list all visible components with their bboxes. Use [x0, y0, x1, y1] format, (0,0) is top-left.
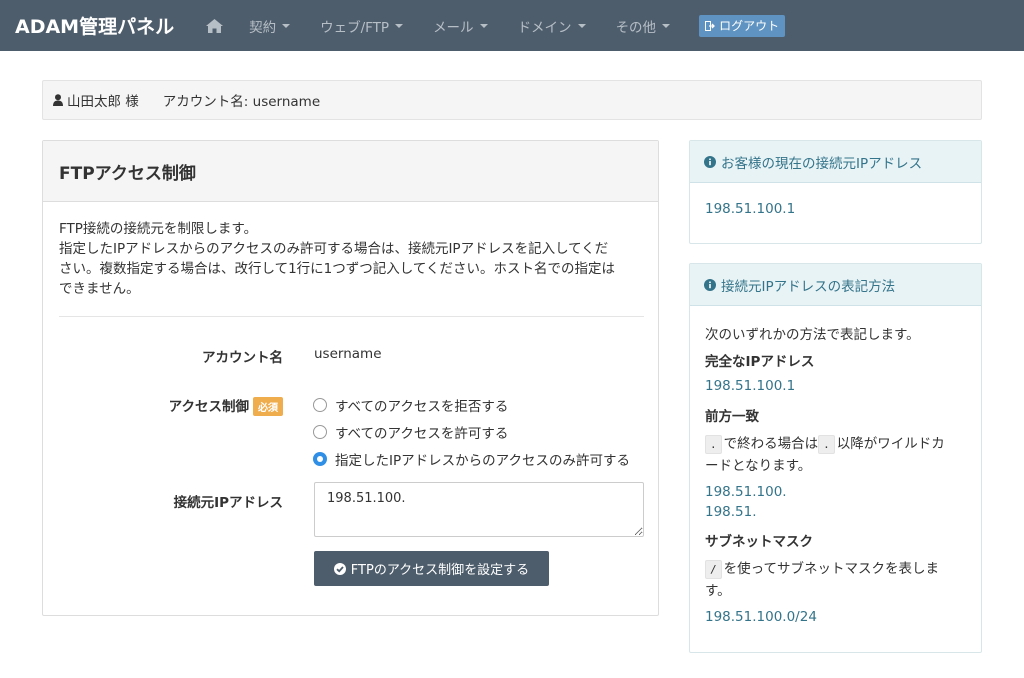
radio-label[interactable]: 指定したIPアドレスからのアクセスのみ許可する [335, 449, 630, 469]
full-ip-example: 198.51.100.1 [705, 378, 796, 394]
required-badge: 必須 [253, 396, 283, 416]
nav-contract[interactable]: 契約 [234, 0, 305, 51]
prefix-text: で終わる場合は [723, 436, 819, 452]
account-name-label: アカウント名 [202, 350, 283, 366]
nav-web-ftp[interactable]: ウェブ/FTP [305, 0, 418, 51]
logout-label: ログアウト [719, 19, 780, 33]
access-control-label-text: アクセス制御 [168, 399, 249, 415]
top-navbar: ADAM管理パネル 契約 ウェブ/FTP メール ドメイン その他 ログアウト [0, 0, 1024, 51]
caret-down-icon [282, 23, 291, 28]
nav-other-label: その他 [615, 19, 657, 36]
user-name: 山田太郎 様 [67, 94, 139, 110]
panel-title: FTPアクセス制御 [43, 141, 658, 202]
submit-label: FTPのアクセス制御を設定する [350, 563, 530, 578]
description-line: 指定したIPアドレスからのアクセスのみ許可する場合は、接続元IPアドレスを記入し… [59, 241, 609, 257]
nav-other[interactable]: その他 [601, 0, 686, 51]
subnet-description-line: / を使ってサブネットマスクを表しま [705, 557, 939, 579]
radio-deny-all[interactable]: すべてのアクセスを拒否する [313, 395, 508, 415]
ftp-access-control-panel: FTPアクセス制御 FTP接続の接続元を制限します。 指定したIPアドレスからの… [42, 140, 659, 616]
user-icon [53, 94, 63, 106]
home-link[interactable] [194, 0, 234, 51]
radio-button[interactable] [313, 398, 327, 412]
caret-down-icon [577, 23, 586, 28]
ip-format-heading: 接続元IPアドレスの表記方法 [690, 264, 981, 306]
radio-label[interactable]: すべてのアクセスを許可する [335, 422, 508, 442]
ip-address-label: 接続元IPアドレス [173, 495, 283, 511]
radio-label[interactable]: すべてのアクセスを拒否する [335, 395, 508, 415]
account-name-display: アカウント名: username [162, 94, 321, 110]
radio-button-checked[interactable] [313, 452, 327, 466]
slash-code: / [705, 560, 722, 579]
prefix-example-1: 198.51.100. [705, 484, 787, 500]
info-circle-icon [704, 155, 716, 168]
panel-description: FTP接続の接続元を制限します。 指定したIPアドレスからのアクセスのみ許可する… [59, 219, 649, 299]
dot-code: . [705, 435, 722, 454]
nav-domain[interactable]: ドメイン [503, 0, 601, 51]
subnet-text: を使ってサブネットマスクを表しま [723, 561, 939, 577]
caret-down-icon [662, 23, 671, 28]
current-ip-value: 198.51.100.1 [705, 201, 796, 217]
dot-code: . [818, 435, 835, 454]
subnet-heading: サブネットマスク [705, 534, 813, 550]
ip-address-textarea[interactable]: 198.51.100. [314, 482, 644, 537]
description-line: FTP接続の接続元を制限します。 [59, 221, 258, 237]
set-ftp-access-button[interactable]: FTPのアクセス制御を設定する [314, 551, 549, 586]
radio-allow-specified[interactable]: 指定したIPアドレスからのアクセスのみ許可する [313, 449, 630, 469]
prefix-description-cont: ードとなります。 [705, 458, 812, 474]
account-name-value: username [314, 346, 382, 362]
current-ip-title: お客様の現在の接続元IPアドレス [721, 155, 923, 172]
ip-format-panel: 接続元IPアドレスの表記方法 次のいずれかの方法で表記します。 完全なIPアドレ… [689, 263, 982, 653]
caret-down-icon [395, 23, 404, 28]
subnet-example: 198.51.100.0/24 [705, 609, 817, 625]
info-circle-icon [704, 278, 716, 291]
prefix-heading: 前方一致 [705, 409, 759, 425]
check-circle-icon [333, 562, 346, 575]
subnet-description-cont: す。 [705, 583, 731, 599]
current-ip-panel: お客様の現在の接続元IPアドレス 198.51.100.1 [689, 140, 982, 244]
access-control-label: アクセス制御 必須 [43, 395, 283, 417]
nav-mail[interactable]: メール [418, 0, 503, 51]
divider [59, 316, 644, 317]
nav-web-ftp-label: ウェブ/FTP [320, 19, 390, 36]
prefix-description-line: . で終わる場合は. 以降がワイルドカ [705, 432, 945, 454]
sign-out-icon [705, 20, 715, 31]
format-intro: 次のいずれかの方法で表記します。 [705, 327, 920, 343]
description-line: できません。 [59, 281, 140, 297]
caret-down-icon [479, 23, 488, 28]
ip-format-title: 接続元IPアドレスの表記方法 [721, 278, 896, 295]
radio-button[interactable] [313, 425, 327, 439]
nav-domain-label: ドメイン [517, 19, 572, 36]
full-ip-heading: 完全なIPアドレス [705, 354, 815, 370]
current-ip-heading: お客様の現在の接続元IPアドレス [690, 141, 981, 183]
radio-allow-all[interactable]: すべてのアクセスを許可する [313, 422, 508, 442]
brand-title[interactable]: ADAM管理パネル [15, 12, 174, 39]
home-icon [205, 18, 223, 33]
nav-mail-label: メール [433, 19, 474, 36]
description-line: さい。複数指定する場合は、改行して1行に1つずつ記入してください。ホスト名での指… [59, 261, 615, 277]
prefix-text: 以降がワイルドカ [836, 436, 945, 452]
prefix-example-2: 198.51. [705, 504, 757, 520]
account-info-bar: 山田太郎 様 アカウント名: username [42, 80, 982, 120]
nav-contract-label: 契約 [249, 19, 277, 36]
logout-button[interactable]: ログアウト [699, 14, 786, 37]
